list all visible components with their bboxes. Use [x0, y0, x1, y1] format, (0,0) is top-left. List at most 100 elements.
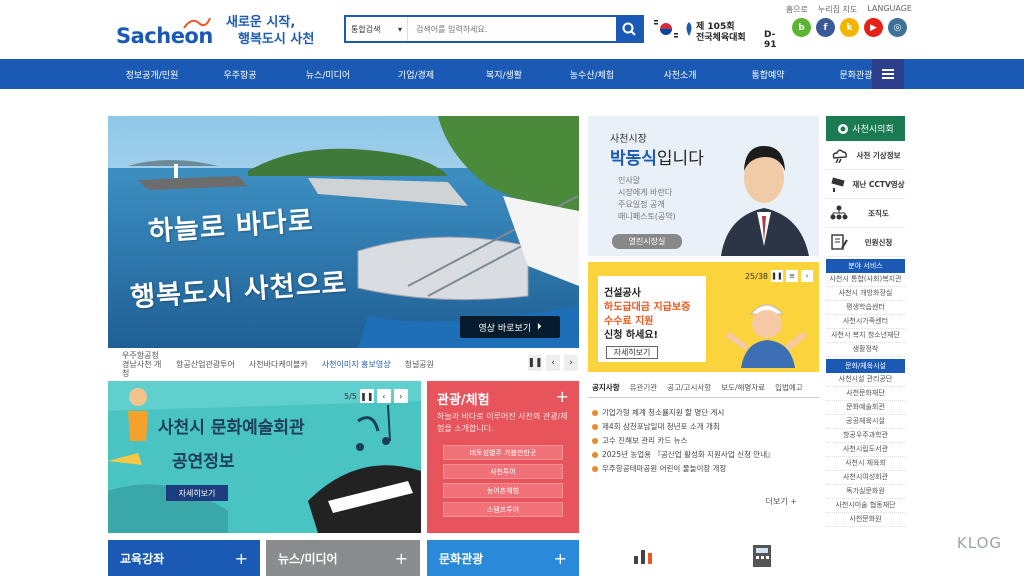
tile-education[interactable]: 교육강좌 +	[108, 540, 260, 576]
list-item[interactable]: 기업가형 체계 청소률지원 할 명단 게시	[592, 406, 819, 420]
quick-link[interactable]: 사천시 체육회	[826, 457, 905, 471]
pause-icon[interactable]: ❚❚	[359, 389, 374, 403]
mayor-menu-suggest[interactable]: 시장에게 바란다	[618, 187, 676, 199]
banner-tab-cable-car[interactable]: 사천바다케이블카	[249, 359, 308, 370]
instagram-icon[interactable]: ◎	[888, 18, 907, 37]
quick-link[interactable]: 사천시설 관리공단	[826, 373, 905, 387]
tab-legislation[interactable]: 입법예고	[775, 382, 803, 393]
quick-link[interactable]: 사천시미술 협동재단	[826, 499, 905, 513]
slogan-line1: 새로운 시작,	[226, 15, 296, 30]
chevron-down-icon: ▾	[397, 24, 402, 34]
pause-icon[interactable]: ❚❚	[771, 270, 783, 282]
notice-more-link[interactable]: 더보기 +	[766, 496, 797, 507]
nav-item-info[interactable]: 정보공개/민원	[108, 59, 196, 89]
quick-link[interactable]: 독가실문화원	[826, 485, 905, 499]
quick-link[interactable]: 문화예술회관	[826, 401, 905, 415]
list-item[interactable]: 제4회 삼천포남일대 청년포 소개 개최	[592, 420, 819, 434]
notice-banner-more-button[interactable]: 자세히보기	[606, 346, 658, 359]
all-menu-button[interactable]	[872, 59, 904, 89]
pause-icon[interactable]: ❚❚	[527, 355, 543, 371]
search-scope-select[interactable]: 통합검색 ▾	[346, 17, 408, 41]
site-logo[interactable]: Sacheon	[116, 14, 216, 50]
banner-tab-industry-tour[interactable]: 항공산업관광투어	[176, 359, 235, 370]
main-visual-banner[interactable]: 하늘로 바다로 행복도시 사천으로 영상 바로보기 ⏵	[108, 116, 579, 348]
quick-link[interactable]: 사천문화재단	[826, 387, 905, 401]
plus-icon[interactable]: +	[556, 387, 569, 406]
kakao-story-icon[interactable]: k	[840, 18, 859, 37]
mayor-menu: 인사말 시장에게 바란다 주요일정 공개 매니페스토(공약)	[618, 175, 676, 223]
tab-related[interactable]: 유관기관	[630, 382, 658, 393]
quick-link[interactable]: 항공우주과학관	[826, 429, 905, 443]
quick-link[interactable]: 사천시여성회관	[826, 471, 905, 485]
mayor-box: 사천시장 박동식입니다 인사말 시장에게 바란다 주요일정 공개 매니페스토(공…	[588, 116, 819, 256]
top-link-language[interactable]: LANGUAGE	[867, 4, 912, 15]
list-item[interactable]: 2025년 농업용 『공산업 활성화 지원사업 신청 안내』	[592, 448, 819, 462]
quick-link[interactable]: 사천시 복지 청소년재단	[826, 329, 905, 343]
quick-item-cctv[interactable]: 재난 CCTV영상	[826, 170, 905, 199]
blog-icon[interactable]: b	[792, 18, 811, 37]
prev-arrow-icon[interactable]: ‹	[376, 389, 391, 403]
quick-link[interactable]: 생활정착	[826, 343, 905, 357]
nav-item-aerospace[interactable]: 우주항공	[196, 59, 284, 89]
tab-announcement[interactable]: 공고/고시사항	[667, 382, 711, 393]
banner-tab-park[interactable]: 청널공원	[405, 359, 434, 370]
nav-item-reservation[interactable]: 통합예약	[724, 59, 812, 89]
quick-link[interactable]: 사천시가족센터	[826, 315, 905, 329]
top-link-sitemap[interactable]: 누리집 지도	[818, 4, 857, 15]
open-mayor-office-button[interactable]: 열린시장실	[612, 234, 682, 249]
nav-item-welfare[interactable]: 복지/생활	[460, 59, 548, 89]
quick-link[interactable]: 사천시 개방화장실	[826, 287, 905, 301]
video-view-button[interactable]: 영상 바로보기 ⏵	[460, 316, 560, 338]
tour-link-tour[interactable]: 사천투어	[443, 464, 563, 479]
quick-link[interactable]: 공공체육시설	[826, 415, 905, 429]
tab-notice[interactable]: 공지사항	[592, 382, 620, 393]
culture-hall-banner[interactable]: 사천시 문화예술회관 공연정보 자세히보기 5/5 ❚❚ ‹ ›	[108, 381, 421, 533]
quick-link[interactable]: 사천문화원	[826, 513, 905, 527]
quick-item-org-chart[interactable]: 조직도	[826, 199, 905, 228]
quick-link[interactable]: 사천시립도서관	[826, 443, 905, 457]
city-council-link[interactable]: 사천시의회	[826, 116, 905, 141]
nav-item-about[interactable]: 사천소개	[636, 59, 724, 89]
next-arrow-icon[interactable]: ›	[564, 355, 578, 371]
quick-item-weather[interactable]: 사천 기상정보	[826, 141, 905, 170]
tile-culture-tourism[interactable]: 문화관광 +	[427, 540, 579, 576]
tour-link-island[interactable]: 비토섬별주 가볼만한곳	[443, 445, 563, 460]
tour-link-stamp[interactable]: 스탬프투어	[443, 502, 563, 517]
facebook-icon[interactable]: f	[816, 18, 835, 37]
bullet-icon	[592, 466, 598, 472]
next-arrow-icon[interactable]: ›	[393, 389, 408, 403]
menu-icon[interactable]: ≡	[786, 270, 798, 282]
calculator-icon[interactable]	[752, 544, 772, 568]
next-arrow-icon[interactable]: ›	[801, 270, 813, 282]
prev-arrow-icon[interactable]: ‹	[546, 355, 560, 371]
search-button[interactable]	[616, 17, 642, 41]
mayor-menu-manifesto[interactable]: 매니페스토(공약)	[618, 211, 676, 223]
search-bar: 통합검색 ▾	[344, 15, 644, 43]
nav-item-agriculture[interactable]: 농수산/체험	[548, 59, 636, 89]
banner-tab-aerospace[interactable]: 우주항공청 경남사천 개청	[122, 351, 162, 378]
quick-link[interactable]: 사천시 통합(사회)복지관	[826, 273, 905, 287]
national-sports-event-banner[interactable]: 제 105회 전국체육대회 D-91	[652, 16, 786, 50]
tile-news-media[interactable]: 뉴스/미디어 +	[266, 540, 420, 576]
list-item[interactable]: 우주항공테마공원 어린이 물놀이장 개장	[592, 462, 819, 476]
tab-press[interactable]: 보도/해명자료	[721, 382, 765, 393]
culture-more-button[interactable]: 자세히보기	[166, 485, 228, 501]
bullet-icon	[592, 438, 598, 444]
mayor-menu-schedule[interactable]: 주요일정 공개	[618, 199, 676, 211]
quick-item-civil[interactable]: 민원신청	[826, 228, 905, 257]
bar-chart-icon[interactable]	[632, 544, 654, 566]
quick-link[interactable]: 평생학습센터	[826, 301, 905, 315]
mayor-menu-greeting[interactable]: 인사말	[618, 175, 676, 187]
youtube-icon[interactable]: ▶	[864, 18, 883, 37]
tour-link-farm[interactable]: 농어촌체험	[443, 483, 563, 498]
list-item[interactable]: 고수 진해보 관리 카드 뉴스	[592, 434, 819, 448]
nav-item-news[interactable]: 뉴스/미디어	[284, 59, 372, 89]
korean-flag-icon	[652, 17, 680, 41]
top-link-home[interactable]: 홈으로	[786, 4, 808, 15]
banner-tab-promo-video[interactable]: 사천이미지 홍보영상	[322, 359, 391, 370]
slogan-line2: 행복도시 사천	[238, 32, 315, 47]
nav-item-business[interactable]: 기업/경제	[372, 59, 460, 89]
plus-icon: +	[234, 548, 248, 568]
search-input[interactable]	[408, 17, 616, 41]
construction-notice-banner[interactable]: 건설공사 하도급대금 지급보증 수수료 지원 신청 하세요! 자세히보기 25/…	[588, 262, 819, 372]
